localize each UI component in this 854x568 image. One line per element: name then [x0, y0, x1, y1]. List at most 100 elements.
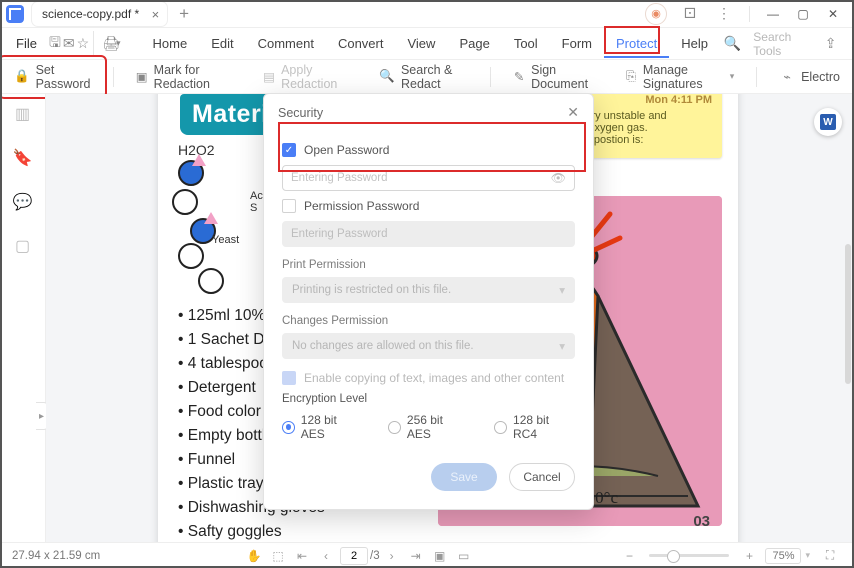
dialog-title: Security: [278, 106, 323, 120]
set-password-button[interactable]: 🔒 Set Password: [6, 59, 99, 95]
word-export-badge[interactable]: W: [814, 108, 842, 136]
search-redact-icon: 🔍: [379, 69, 395, 85]
menu-convert[interactable]: Convert: [326, 30, 396, 57]
kebab-menu-icon[interactable]: ⋮: [713, 3, 735, 25]
account-icon[interactable]: ◉: [645, 3, 667, 25]
enc-option-label: 128 bit RC4: [513, 413, 575, 441]
redaction-icon: ▣: [136, 69, 148, 85]
first-page-icon[interactable]: ⇤: [290, 547, 314, 565]
mark-redaction-button[interactable]: ▣ Mark for Redaction: [128, 59, 241, 95]
titlebar: science-copy.pdf * × + ◉ ⚀ ⋮ — ▢ ✕: [0, 0, 854, 28]
eye-icon[interactable]: 👁: [551, 171, 566, 185]
pink-triangle: [192, 154, 206, 166]
print-permission-select: Printing is restricted on this file.: [282, 277, 575, 303]
dialog-close-icon[interactable]: ✕: [567, 104, 579, 121]
prev-page-icon[interactable]: ‹: [314, 547, 338, 565]
changes-permission-label: Changes Permission: [282, 315, 575, 327]
left-rail: ▥ 🔖 💬 ▢: [0, 94, 46, 542]
sign-document-button[interactable]: ✎ Sign Document: [505, 59, 603, 95]
menu-view[interactable]: View: [395, 30, 447, 57]
search-redact-label: Search & Redact: [401, 63, 468, 91]
apply-redaction-label: Apply Redaction: [281, 63, 349, 91]
menu-form[interactable]: Form: [550, 30, 604, 57]
permission-password-checkbox[interactable]: [282, 199, 296, 213]
select-tool-icon[interactable]: ⬚: [266, 547, 290, 565]
tab-close-icon[interactable]: ×: [152, 7, 160, 22]
atom-white: [198, 268, 224, 294]
manage-signatures-button[interactable]: ⎘ Manage Signatures ▾: [617, 59, 742, 95]
fullscreen-icon[interactable]: ⛶: [818, 547, 842, 565]
share-icon[interactable]: ⇪: [820, 31, 841, 57]
search-tools-placeholder[interactable]: Search Tools: [749, 30, 814, 58]
electronic-button[interactable]: ⌁ Electro: [771, 65, 848, 89]
divider: [490, 67, 491, 87]
menu-comment[interactable]: Comment: [246, 30, 326, 57]
enc-128-aes[interactable]: 128 bit AES: [282, 413, 362, 441]
menu-tool[interactable]: Tool: [502, 30, 550, 57]
divider: [749, 6, 750, 22]
attachment-icon[interactable]: ▢: [15, 236, 30, 256]
statusbar: 27.94 x 21.59 cm ✋ ⬚ ⇤ ‹ /3 › ⇥ ▣ ▭ − + …: [0, 542, 854, 568]
enc-option-label: 128 bit AES: [301, 413, 362, 441]
menu-file[interactable]: File: [6, 36, 47, 51]
menu-home[interactable]: Home: [141, 30, 200, 57]
add-tab-button[interactable]: +: [179, 4, 189, 24]
enc-128-rc4[interactable]: 128 bit RC4: [494, 413, 575, 441]
menu-help[interactable]: Help: [669, 30, 720, 57]
permission-password-input: Entering Password: [282, 221, 575, 247]
menu-protect[interactable]: Protect: [604, 30, 669, 58]
tab-title: science-copy.pdf *: [42, 7, 139, 21]
fit-page-icon[interactable]: ▣: [428, 547, 452, 565]
open-password-placeholder: Entering Password: [291, 172, 388, 184]
atom-white: [172, 189, 198, 215]
zoom-dropdown-icon[interactable]: ▾: [805, 550, 810, 561]
radio-dot: [282, 421, 295, 434]
gift-icon[interactable]: ⚀: [679, 3, 701, 25]
open-password-input[interactable]: Entering Password 👁: [282, 165, 575, 191]
menu-items: Home Edit Comment Convert View Page Tool…: [141, 30, 720, 58]
zoom-value[interactable]: 75%: [765, 548, 801, 564]
enc-256-aes[interactable]: 256 bit AES: [388, 413, 468, 441]
zoom-slider[interactable]: [649, 554, 729, 557]
print-permission-label: Print Permission: [282, 259, 575, 271]
sign-document-label: Sign Document: [531, 63, 595, 91]
star-icon[interactable]: ☆: [77, 31, 95, 57]
manage-sig-icon: ⎘: [625, 69, 637, 85]
bookmark-icon[interactable]: 🔖: [13, 148, 33, 168]
enc-option-label: 256 bit AES: [407, 413, 468, 441]
chevron-down-icon: ▾: [730, 71, 735, 82]
print-dropdown-icon[interactable]: ▾: [116, 31, 121, 57]
menu-edit[interactable]: Edit: [199, 30, 245, 57]
save-icon[interactable]: 🖫: [49, 31, 61, 57]
mail-icon[interactable]: ✉: [63, 31, 75, 57]
open-password-checkbox[interactable]: ✓: [282, 143, 296, 157]
search-icon[interactable]: 🔍: [722, 31, 743, 57]
security-dialog: Security ✕ ✓ Open Password Entering Pass…: [263, 93, 594, 510]
page-input[interactable]: [340, 547, 368, 565]
fit-width-icon[interactable]: ▭: [452, 547, 476, 565]
search-redact-button[interactable]: 🔍 Search & Redact: [371, 59, 476, 95]
next-page-icon[interactable]: ›: [380, 547, 404, 565]
window-close[interactable]: ✕: [818, 0, 848, 28]
comment-panel-icon[interactable]: 💬: [13, 192, 33, 212]
atom-white: [178, 243, 204, 269]
zoom-in-icon[interactable]: +: [737, 547, 761, 565]
thumbnails-icon[interactable]: ▥: [15, 104, 30, 124]
open-password-label: Open Password: [304, 143, 389, 157]
permission-password-label: Permission Password: [304, 199, 419, 213]
menu-page[interactable]: Page: [447, 30, 501, 57]
window-maximize[interactable]: ▢: [788, 0, 818, 28]
hand-tool-icon[interactable]: ✋: [242, 547, 266, 565]
save-button[interactable]: Save: [431, 463, 497, 491]
cloud-icon[interactable]: ☁: [847, 31, 854, 57]
manage-signatures-label: Manage Signatures: [643, 63, 722, 91]
window-minimize[interactable]: —: [758, 0, 788, 28]
document-tab[interactable]: science-copy.pdf * ×: [32, 2, 167, 26]
cancel-button[interactable]: Cancel: [509, 463, 575, 491]
zoom-out-icon[interactable]: −: [617, 547, 641, 565]
encryption-radio-group: 128 bit AES 256 bit AES 128 bit RC4: [282, 413, 575, 441]
last-page-icon[interactable]: ⇥: [404, 547, 428, 565]
divider: [113, 67, 114, 87]
set-password-label: Set Password: [36, 63, 91, 91]
vertical-scrollbar[interactable]: [845, 244, 851, 384]
